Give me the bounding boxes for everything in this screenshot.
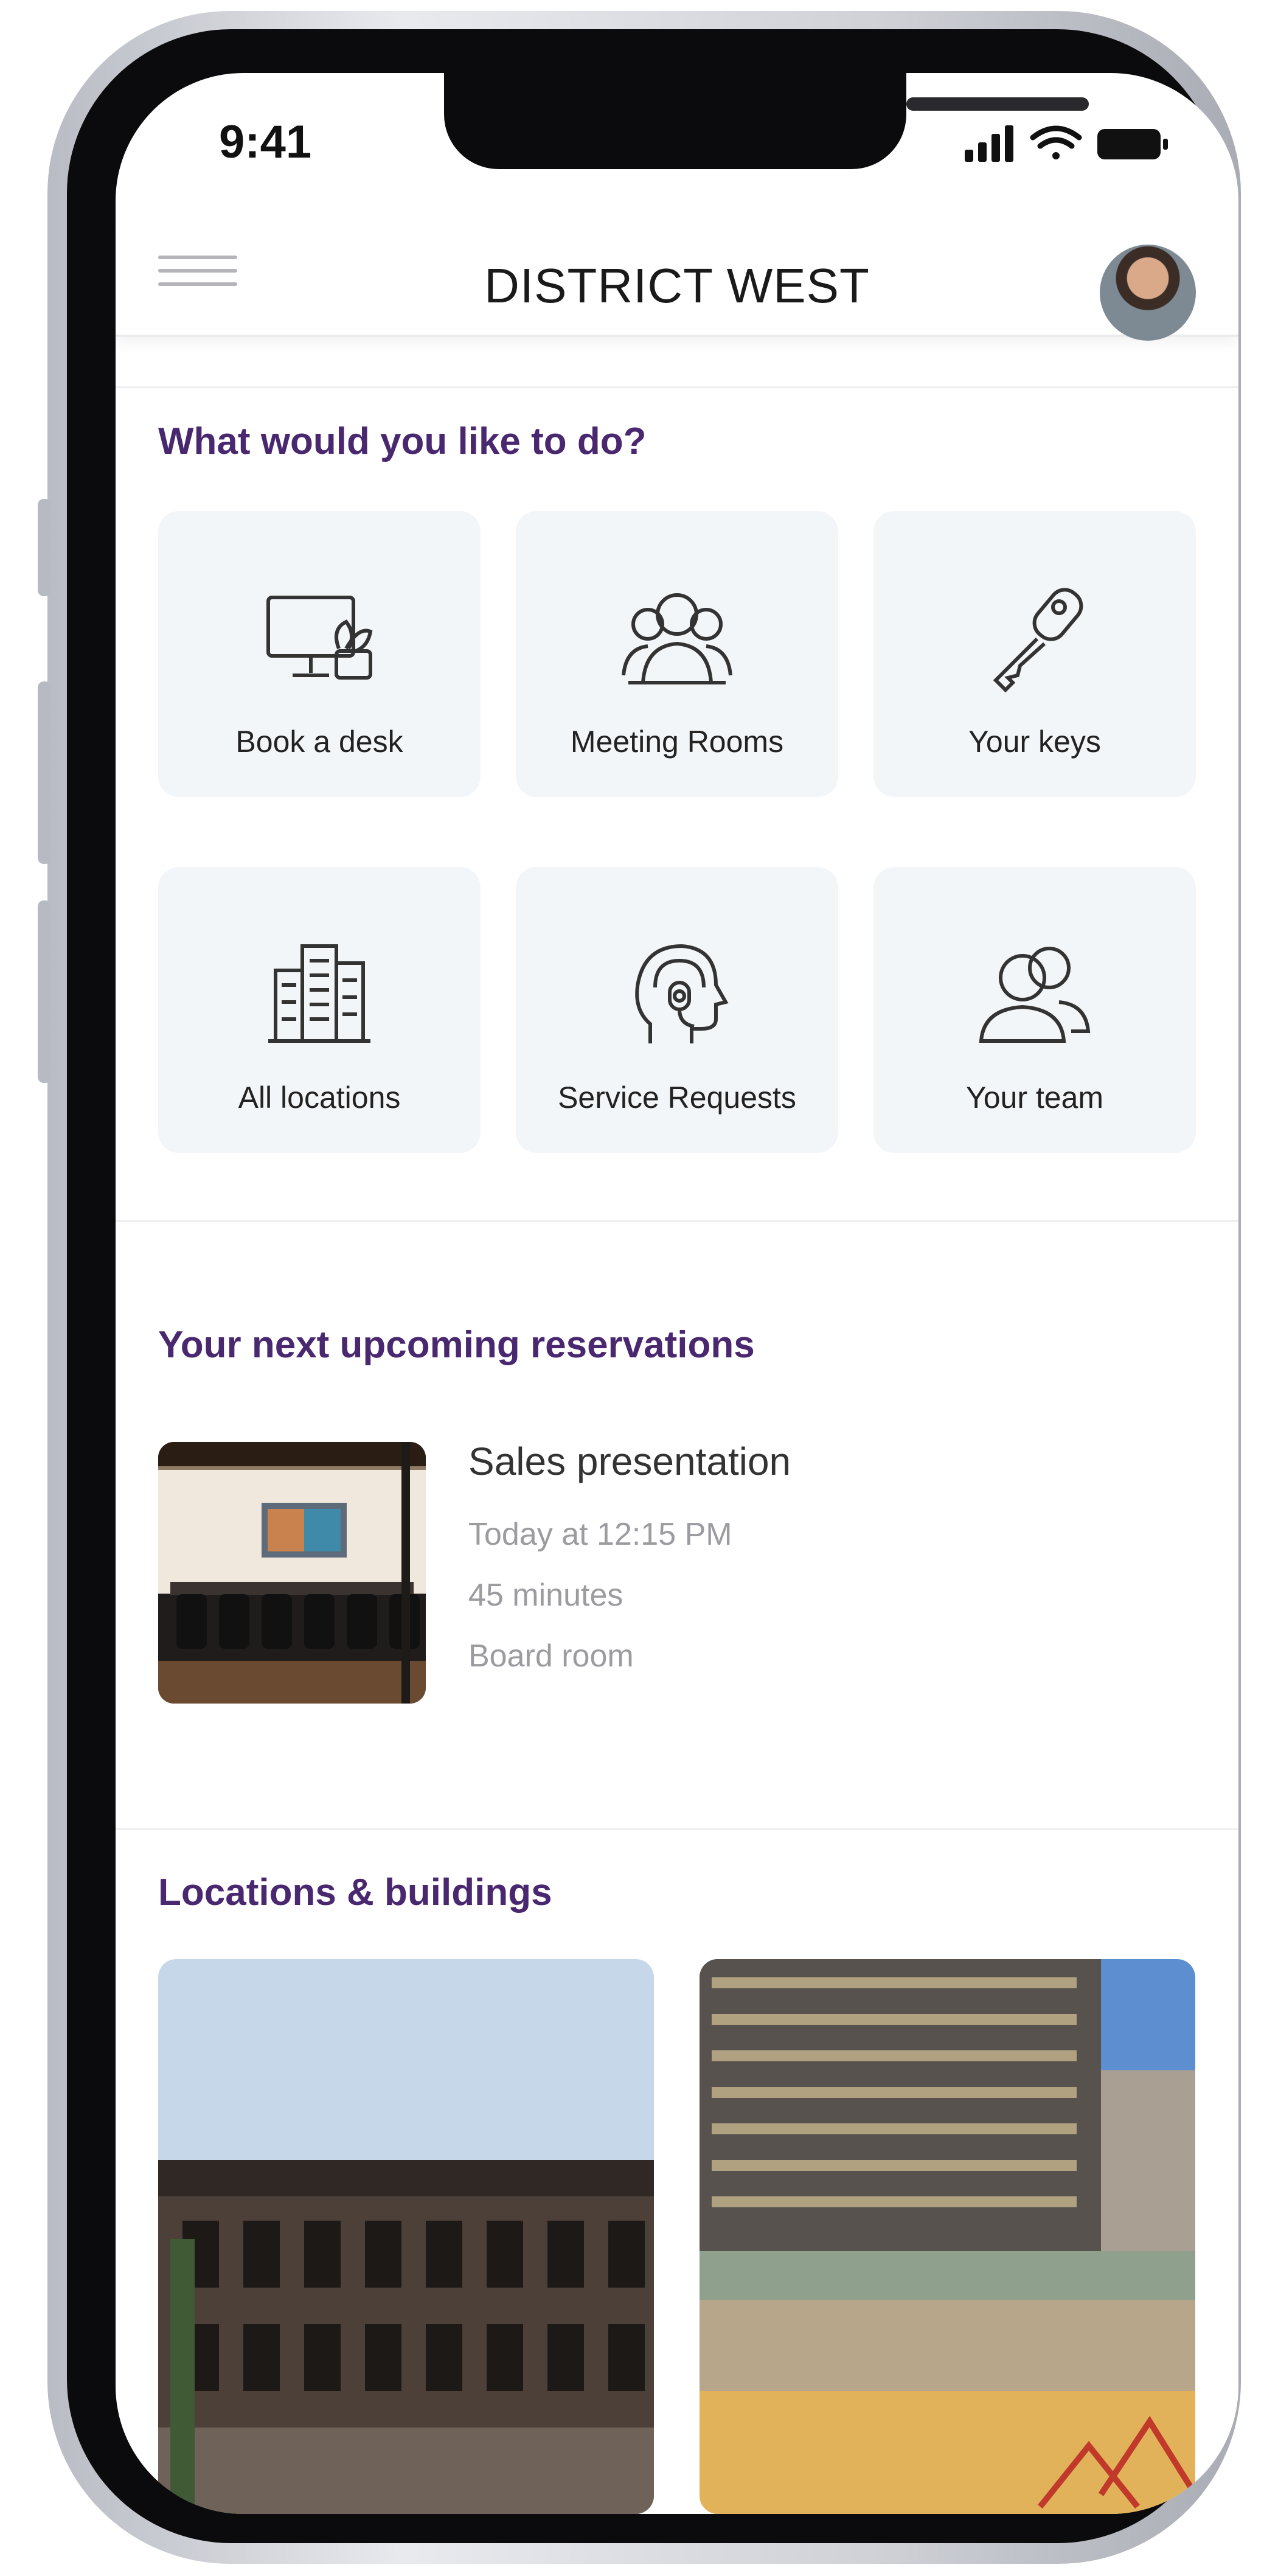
group-people-icon	[622, 593, 732, 684]
building-image	[158, 2160, 654, 2514]
speaker	[906, 97, 1089, 111]
location-card-1[interactable]	[158, 1959, 654, 2514]
section-divider	[116, 386, 1238, 388]
reservation-thumbnail[interactable]	[158, 1442, 426, 1704]
action-label: Your team	[965, 1081, 1104, 1115]
reservation-room: Board room	[468, 1638, 634, 1674]
desk-monitor-icon	[266, 596, 373, 680]
key-icon	[993, 588, 1083, 693]
action-tile-your-keys[interactable]: Your keys	[873, 511, 1196, 797]
action-label: Meeting Rooms	[570, 725, 784, 759]
status-time: 9:41	[219, 116, 312, 168]
action-tile-book-desk[interactable]: Book a desk	[158, 511, 481, 797]
status-icons	[965, 125, 1168, 162]
avatar[interactable]	[1100, 245, 1196, 341]
top-bar: DISTRICT WEST	[116, 231, 1238, 341]
volume-up-button	[38, 681, 51, 864]
reservations-heading: Your next upcoming reservations	[158, 1324, 755, 1366]
wifi-icon	[1030, 125, 1082, 159]
reservation-time: Today at 12:15 PM	[468, 1517, 732, 1552]
action-label: Service Requests	[558, 1081, 796, 1115]
action-label: Book a desk	[235, 725, 403, 759]
reservation-title[interactable]: Sales presentation	[468, 1439, 791, 1484]
action-tile-meeting-rooms[interactable]: Meeting Rooms	[516, 511, 838, 797]
signal-icon	[965, 125, 1013, 162]
location-card-2[interactable]	[700, 1959, 1195, 2514]
action-tile-your-team[interactable]: Your team	[873, 867, 1196, 1153]
actions-heading: What would you like to do?	[158, 420, 647, 462]
boardroom-image	[158, 1442, 426, 1704]
action-label: Your keys	[968, 725, 1101, 759]
mute-switch	[38, 499, 51, 596]
notch	[444, 73, 1089, 169]
volume-down-button	[38, 900, 51, 1083]
page-title: DISTRICT WEST	[484, 259, 870, 313]
phone-screen: 9:41 DISTRICT WEST What would you like t…	[116, 73, 1238, 2514]
action-label: All locations	[238, 1081, 401, 1115]
headset-support-icon	[635, 944, 729, 1043]
team-icon	[979, 947, 1091, 1043]
buildings-icon	[268, 944, 370, 1043]
locations-heading: Locations & buildings	[158, 1871, 552, 1913]
section-divider	[116, 1220, 1238, 1222]
section-divider	[116, 1828, 1238, 1830]
action-tile-all-locations[interactable]: All locations	[158, 867, 481, 1153]
reservation-duration: 45 minutes	[468, 1578, 623, 1613]
building-image	[700, 1959, 1195, 2514]
action-tile-service-requests[interactable]: Service Requests	[516, 867, 838, 1153]
battery-icon	[1097, 129, 1168, 159]
